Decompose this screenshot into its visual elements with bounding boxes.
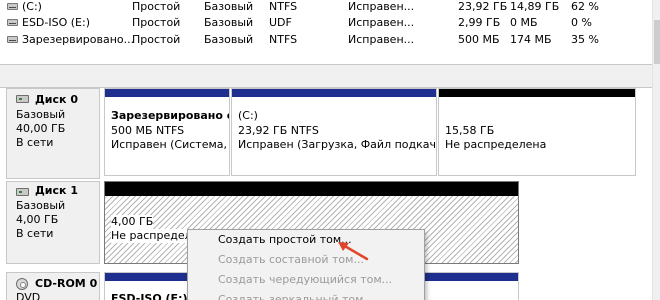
partition-type-bar	[105, 89, 229, 97]
volume-free: 14,89 ГБ	[510, 0, 560, 13]
volume-capacity: 23,92 ГБ	[458, 0, 508, 13]
partition-status: Не распределена	[445, 138, 547, 151]
disk-state: В сети	[16, 227, 54, 240]
drive-icon	[7, 19, 18, 26]
partition-name: ESD-ISO (E:)	[111, 292, 188, 300]
partition-size: 23,92 ГБ NTFS	[238, 124, 319, 137]
volume-type: Базовый	[204, 16, 254, 29]
volume-list: (C:) Простой Базовый NTFS Исправен... 23…	[0, 0, 652, 64]
volume-fs: NTFS	[269, 33, 298, 46]
volume-fs: UDF	[269, 16, 292, 29]
menu-item-new-striped-volume[interactable]: Создать чередующийся том...	[190, 270, 422, 290]
disk-kind: DVD	[16, 291, 41, 300]
volume-capacity: 500 МБ	[458, 33, 500, 46]
volume-row-c[interactable]: (C:) Простой Базовый NTFS Исправен... 23…	[0, 0, 652, 15]
partition-size: 500 МБ NTFS	[111, 124, 185, 137]
menu-item-new-spanned-volume[interactable]: Создать составной том...	[190, 250, 422, 270]
disk-0-label[interactable]: Диск 0 Базовый 40,00 ГБ В сети	[6, 88, 100, 179]
volume-type: Базовый	[204, 33, 254, 46]
drive-icon	[7, 36, 18, 43]
volume-type: Базовый	[204, 0, 254, 13]
partition-size: 4,00 ГБ	[111, 215, 154, 229]
partition-name: (C:)	[238, 109, 258, 122]
partition-type-bar	[439, 89, 635, 97]
partition-status: Исправен (Система, А	[111, 138, 230, 151]
disk-state: В сети	[16, 136, 54, 149]
menu-item-new-mirrored-volume[interactable]: Создать зеркальный том...	[190, 290, 422, 300]
volume-status: Исправен...	[348, 33, 415, 46]
partition-type-bar	[105, 182, 518, 196]
cdrom-0-label[interactable]: CD-ROM 0 DVD	[6, 272, 100, 300]
pane-splitter[interactable]	[0, 64, 652, 88]
cd-icon	[16, 278, 28, 290]
partition-c[interactable]: (C:) 23,92 ГБ NTFS Исправен (Загрузка, Ф…	[231, 88, 437, 176]
volume-name: (C:)	[22, 0, 42, 13]
volume-name: Зарезервировано...	[22, 33, 135, 46]
partition-size: 15,58 ГБ	[445, 124, 495, 137]
disk-title: Диск 1	[35, 184, 78, 197]
volume-name: ESD-ISO (E:)	[22, 16, 90, 29]
disk-icon	[16, 188, 29, 196]
disk-icon	[16, 95, 29, 103]
volume-layout: Простой	[132, 33, 181, 46]
partition-reserved[interactable]: Зарезервировано си 500 МБ NTFS Исправен …	[104, 88, 230, 176]
volume-free-pct: 0 %	[571, 16, 592, 29]
disk-title: CD-ROM 0	[35, 277, 98, 290]
menu-item-new-simple-volume[interactable]: Создать простой том...	[190, 230, 422, 250]
disk-size: 40,00 ГБ	[16, 122, 66, 135]
volume-fs: NTFS	[269, 0, 298, 13]
disk-1-label[interactable]: Диск 1 Базовый 4,00 ГБ В сети	[6, 181, 100, 264]
disk-kind: Базовый	[16, 108, 66, 121]
pointer-arrow-icon	[338, 242, 369, 261]
partition-status: Исправен (Загрузка, Файл подкачки,	[238, 138, 437, 151]
vertical-scrollbar[interactable]	[652, 0, 660, 300]
disk-kind: Базовый	[16, 199, 66, 212]
partition-type-bar	[232, 89, 436, 97]
volume-free-pct: 35 %	[571, 33, 599, 46]
volume-layout: Простой	[132, 0, 181, 13]
partition-status: Не распределе	[111, 229, 199, 243]
drive-icon	[7, 3, 18, 10]
volume-row-e[interactable]: ESD-ISO (E:) Простой Базовый UDF Исправе…	[0, 14, 652, 31]
volume-free: 0 МБ	[510, 16, 538, 29]
disk-title: Диск 0	[35, 93, 78, 106]
disk-size: 4,00 ГБ	[16, 213, 59, 226]
volume-capacity: 2,99 ГБ	[458, 16, 501, 29]
volume-free: 174 МБ	[510, 33, 552, 46]
scrollbar-thumb[interactable]	[654, 20, 660, 64]
volume-layout: Простой	[132, 16, 181, 29]
partition-unallocated-disk0[interactable]: 15,58 ГБ Не распределена	[438, 88, 636, 176]
partition-name: Зарезервировано си	[111, 109, 230, 122]
context-menu: Создать простой том... Создать составной…	[187, 229, 425, 300]
volume-free-pct: 62 %	[571, 0, 599, 13]
volume-status: Исправен...	[348, 0, 415, 13]
volume-status: Исправен...	[348, 16, 415, 29]
volume-row-reserved[interactable]: Зарезервировано... Простой Базовый NTFS …	[0, 31, 652, 48]
